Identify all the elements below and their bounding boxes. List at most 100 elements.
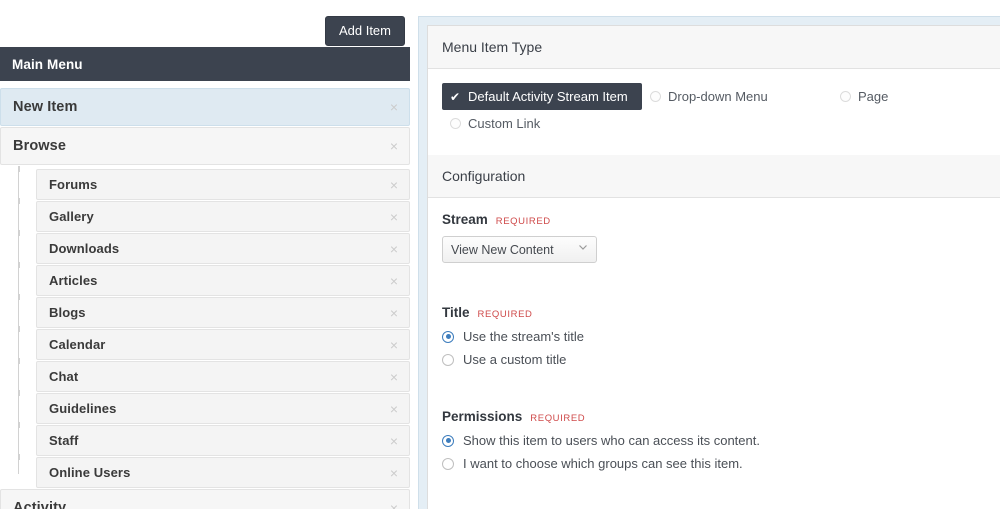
type-option-label: Custom Link (468, 116, 541, 131)
remove-menu-item-icon[interactable]: × (387, 100, 401, 114)
radio-icon (840, 91, 851, 102)
menu-node-guidelines: Guidelines × (19, 390, 410, 424)
menu-item-row-browse[interactable]: Browse × (0, 127, 410, 165)
menu-item-type-row-1: ✔ Default Activity Stream Item Drop-down… (442, 83, 986, 110)
title-field-group: Title REQUIRED Use the stream's title Us… (442, 305, 986, 367)
remove-menu-item-icon[interactable]: × (387, 139, 401, 153)
menu-item-label: Articles (49, 273, 98, 288)
remove-menu-item-icon[interactable]: × (387, 402, 401, 416)
menu-item-row-guidelines[interactable]: Guidelines × (19, 390, 410, 424)
stream-required-badge: REQUIRED (495, 216, 551, 227)
menu-tree[interactable]: New Item × Browse × Forums × Gallery × Downloads… (0, 81, 410, 509)
type-option-custom-link[interactable]: Custom Link (442, 110, 642, 137)
main-menu-title: Main Menu (12, 56, 83, 72)
menu-item-label: Staff (49, 433, 79, 448)
menu-item-type-row-2: Custom Link (442, 110, 986, 137)
menu-item-label: Downloads (49, 241, 120, 256)
check-icon: ✔ (450, 89, 461, 104)
radio-icon (442, 457, 454, 470)
menu-node-articles: Articles × (19, 262, 410, 296)
remove-menu-item-icon[interactable]: × (387, 242, 401, 256)
menu-item-row-online-users[interactable]: Online Users × (19, 454, 410, 488)
menu-item-label: Chat (49, 369, 79, 384)
radio-icon (442, 434, 454, 447)
remove-menu-item-icon[interactable]: × (387, 501, 401, 509)
menu-item-row-chat[interactable]: Chat × (19, 358, 410, 392)
title-label: Title (442, 305, 470, 320)
title-option-use-custom-title[interactable]: Use a custom title (442, 352, 986, 367)
remove-menu-item-icon[interactable]: × (387, 434, 401, 448)
stream-label-row: Stream REQUIRED (442, 212, 986, 227)
menu-toolbar: Add Item (0, 0, 410, 47)
permissions-required-badge: REQUIRED (530, 413, 586, 424)
add-item-button[interactable]: Add Item (324, 16, 405, 46)
radio-icon (650, 91, 661, 102)
permissions-label-row: Permissions REQUIRED (442, 409, 986, 424)
menu-node-activity: Activity × (0, 489, 410, 509)
menu-item-row-forums[interactable]: Forums × (19, 166, 410, 200)
menu-item-row-gallery[interactable]: Gallery × (19, 198, 410, 232)
menu-node-browse: Browse × Forums × Gallery × Downloads × Articles… (0, 127, 410, 488)
item-settings-panel: Menu Item Type ✔ Default Activity Stream… (427, 25, 1000, 509)
radio-icon (450, 118, 461, 129)
permissions-option-label: Show this item to users who can access i… (463, 433, 760, 448)
menu-item-row-new-item[interactable]: New Item × (0, 88, 410, 126)
menu-node-online-users: Online Users × (19, 454, 410, 488)
radio-icon (442, 330, 454, 343)
menu-item-row-staff[interactable]: Staff × (19, 422, 410, 456)
item-settings-panel-frame: Menu Item Type ✔ Default Activity Stream… (418, 16, 1000, 509)
menu-item-row-calendar[interactable]: Calendar × (19, 326, 410, 360)
menu-item-row-activity[interactable]: Activity × (0, 489, 410, 509)
menu-item-label: Activity (13, 500, 67, 509)
radio-icon (442, 353, 454, 366)
title-required-badge: REQUIRED (477, 309, 533, 320)
menu-item-row-blogs[interactable]: Blogs × (19, 294, 410, 328)
remove-menu-item-icon[interactable]: × (387, 370, 401, 384)
stream-label: Stream (442, 212, 488, 227)
stream-field-group: Stream REQUIRED View New Content (442, 212, 986, 263)
menu-node-downloads: Downloads × (19, 230, 410, 264)
menu-manager-screen: Add Item Main Menu New Item × Browse × Forum… (0, 0, 1000, 509)
configuration-body: Stream REQUIRED View New Content Title R… (428, 198, 1000, 489)
type-option-default-activity-stream-item[interactable]: ✔ Default Activity Stream Item (442, 83, 642, 110)
type-option-page[interactable]: Page (832, 83, 898, 110)
menu-node-new-item: New Item × (0, 88, 410, 126)
title-option-label: Use a custom title (463, 352, 567, 367)
menu-item-label: Guidelines (49, 401, 117, 416)
type-option-label: Drop-down Menu (668, 89, 768, 104)
menu-item-label: Blogs (49, 305, 86, 320)
type-option-label: Page (858, 89, 889, 104)
remove-menu-item-icon[interactable]: × (387, 274, 401, 288)
type-option-label: Default Activity Stream Item (468, 89, 628, 104)
menu-item-row-articles[interactable]: Articles × (19, 262, 410, 296)
permissions-option-choose-groups[interactable]: I want to choose which groups can see th… (442, 456, 986, 471)
menu-node-gallery: Gallery × (19, 198, 410, 232)
menu-node-staff: Staff × (19, 422, 410, 456)
menu-item-row-downloads[interactable]: Downloads × (19, 230, 410, 264)
remove-menu-item-icon[interactable]: × (387, 338, 401, 352)
remove-menu-item-icon[interactable]: × (387, 178, 401, 192)
permissions-option-show-to-all-with-access[interactable]: Show this item to users who can access i… (442, 433, 986, 448)
type-option-drop-down-menu[interactable]: Drop-down Menu (642, 83, 832, 110)
title-option-use-stream-title[interactable]: Use the stream's title (442, 329, 986, 344)
permissions-label: Permissions (442, 409, 523, 424)
title-label-row: Title REQUIRED (442, 305, 986, 320)
stream-select[interactable]: View New Content (442, 236, 597, 263)
menu-node-chat: Chat × (19, 358, 410, 392)
menu-item-label: New Item (13, 99, 78, 115)
menu-item-label: Calendar (49, 337, 106, 352)
remove-menu-item-icon[interactable]: × (387, 466, 401, 480)
title-option-label: Use the stream's title (463, 329, 584, 344)
menu-item-label: Gallery (49, 209, 94, 224)
menu-node-calendar: Calendar × (19, 326, 410, 360)
remove-menu-item-icon[interactable]: × (387, 306, 401, 320)
menu-item-type-options: ✔ Default Activity Stream Item Drop-down… (442, 83, 986, 137)
permissions-field-group: Permissions REQUIRED Show this item to u… (442, 409, 986, 471)
menu-item-label: Forums (49, 177, 98, 192)
remove-menu-item-icon[interactable]: × (387, 210, 401, 224)
permissions-option-label: I want to choose which groups can see th… (463, 456, 743, 471)
menu-item-type-header: Menu Item Type (428, 26, 1000, 69)
menu-item-type-body: ✔ Default Activity Stream Item Drop-down… (428, 69, 1000, 155)
